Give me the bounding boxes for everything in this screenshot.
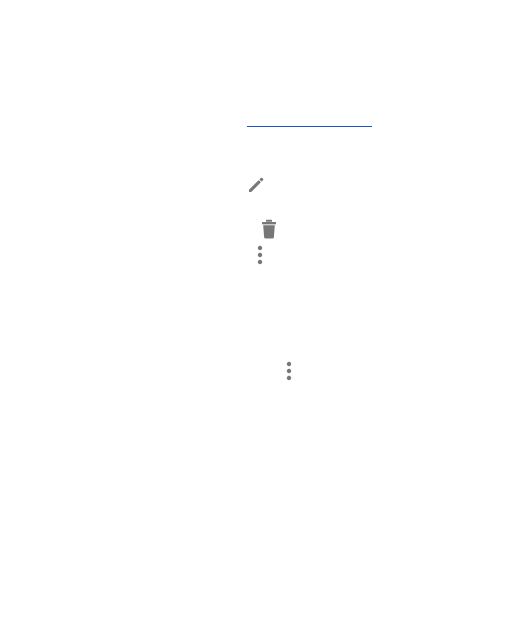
underlined-link[interactable] bbox=[247, 117, 372, 127]
pencil-icon[interactable] bbox=[246, 175, 266, 195]
more-vertical-icon[interactable] bbox=[285, 361, 293, 381]
more-vertical-icon[interactable] bbox=[256, 245, 264, 265]
trash-icon[interactable] bbox=[261, 219, 277, 239]
